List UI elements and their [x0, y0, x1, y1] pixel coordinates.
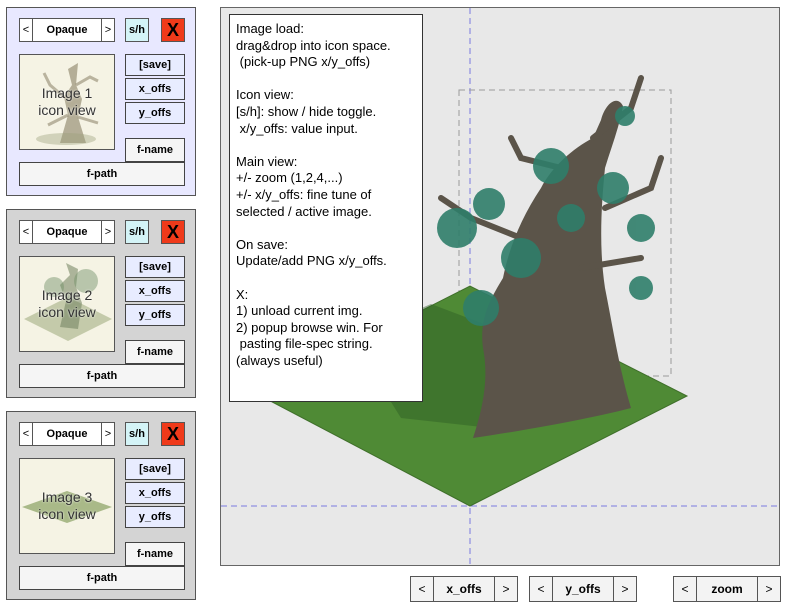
- opacity-select[interactable]: < Opaque >: [19, 422, 115, 446]
- file-name-field[interactable]: f-name: [125, 340, 185, 364]
- image-panel-1: < Opaque > s/h X Image 1 icon view [save…: [6, 7, 196, 196]
- opacity-select[interactable]: < Opaque >: [19, 18, 115, 42]
- y-offs-input[interactable]: y_offs: [125, 102, 185, 124]
- file-name-field[interactable]: f-name: [125, 138, 185, 162]
- opacity-prev-button[interactable]: <: [20, 19, 32, 41]
- help-text-box: Image load: drag&drop into icon space. (…: [229, 14, 423, 402]
- icon-view[interactable]: Image 1 icon view: [19, 54, 115, 150]
- zoom-label: zoom: [696, 577, 758, 601]
- x-offs-input[interactable]: x_offs: [125, 482, 185, 504]
- close-button[interactable]: X: [161, 18, 185, 42]
- x-offs-decrement-button[interactable]: <: [411, 577, 433, 601]
- icon-view-label: Image 1 icon view: [38, 85, 96, 118]
- icon-view[interactable]: Image 2 icon view: [19, 256, 115, 352]
- x-offs-label: x_offs: [433, 577, 495, 601]
- y-offs-input[interactable]: y_offs: [125, 506, 185, 528]
- opacity-prev-button[interactable]: <: [20, 221, 32, 243]
- y-offs-increment-button[interactable]: >: [614, 577, 636, 601]
- show-hide-button[interactable]: s/h: [125, 18, 149, 42]
- file-path-field[interactable]: f-path: [19, 162, 185, 186]
- image-panel-3: < Opaque > s/h X Image 3 icon view [save…: [6, 411, 196, 600]
- save-button[interactable]: [save]: [125, 256, 185, 278]
- save-button[interactable]: [save]: [125, 54, 185, 76]
- x-offs-input[interactable]: x_offs: [125, 280, 185, 302]
- file-path-field[interactable]: f-path: [19, 364, 185, 388]
- opacity-next-button[interactable]: >: [102, 423, 114, 445]
- zoom-out-button[interactable]: <: [674, 577, 696, 601]
- close-button[interactable]: X: [161, 422, 185, 446]
- y-offs-decrement-button[interactable]: <: [530, 577, 552, 601]
- x-offs-stepper[interactable]: < x_offs >: [410, 576, 518, 602]
- x-offs-increment-button[interactable]: >: [495, 577, 517, 601]
- close-button[interactable]: X: [161, 220, 185, 244]
- zoom-stepper[interactable]: < zoom >: [673, 576, 781, 602]
- opacity-prev-button[interactable]: <: [20, 423, 32, 445]
- opacity-value: Opaque: [32, 423, 102, 445]
- opacity-next-button[interactable]: >: [102, 19, 114, 41]
- opacity-value: Opaque: [32, 19, 102, 41]
- main-view[interactable]: Image load: drag&drop into icon space. (…: [220, 7, 780, 566]
- y-offs-input[interactable]: y_offs: [125, 304, 185, 326]
- opacity-value: Opaque: [32, 221, 102, 243]
- opacity-next-button[interactable]: >: [102, 221, 114, 243]
- icon-view-label: Image 3 icon view: [38, 489, 96, 522]
- file-name-field[interactable]: f-name: [125, 542, 185, 566]
- show-hide-button[interactable]: s/h: [125, 422, 149, 446]
- icon-view-label: Image 2 icon view: [38, 287, 96, 320]
- opacity-select[interactable]: < Opaque >: [19, 220, 115, 244]
- y-offs-label: y_offs: [552, 577, 614, 601]
- zoom-in-button[interactable]: >: [758, 577, 780, 601]
- file-path-field[interactable]: f-path: [19, 566, 185, 590]
- save-button[interactable]: [save]: [125, 458, 185, 480]
- y-offs-stepper[interactable]: < y_offs >: [529, 576, 637, 602]
- icon-view[interactable]: Image 3 icon view: [19, 458, 115, 554]
- image-panel-2: < Opaque > s/h X Image 2 icon view [save…: [6, 209, 196, 398]
- show-hide-button[interactable]: s/h: [125, 220, 149, 244]
- x-offs-input[interactable]: x_offs: [125, 78, 185, 100]
